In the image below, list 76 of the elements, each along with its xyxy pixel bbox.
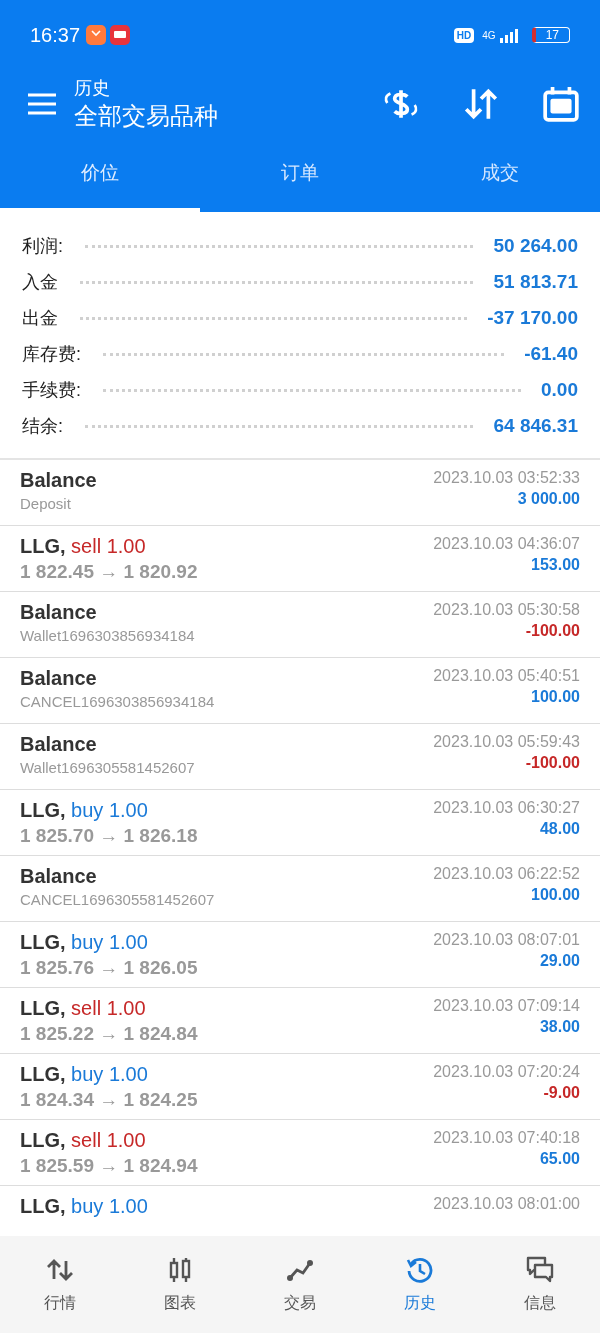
deal-detail: CANCEL1696305581452607 (20, 891, 215, 908)
deal-time: 2023.10.03 05:30:58 (433, 601, 580, 619)
deal-title: LLG, buy 1.00 (20, 799, 149, 822)
network-label: 4G (482, 29, 496, 41)
deal-amount: -9.00 (543, 1084, 580, 1102)
deal-time: 2023.10.03 08:01:00 (433, 1195, 580, 1213)
hd-badge: HD (453, 27, 475, 43)
deal-title: Balance (20, 469, 97, 492)
deal-time: 2023.10.03 07:09:14 (433, 997, 580, 1015)
deal-time: 2023.10.03 04:36:07 (433, 535, 580, 553)
deal-amount: -100.00 (525, 622, 580, 640)
deal-detail: 1 825.70 → 1 826.18 (20, 825, 198, 847)
deal-time: 2023.10.03 06:22:52 (433, 865, 580, 883)
deal-title: LLG, buy 1.00 (20, 931, 149, 954)
chat-icon (525, 1255, 555, 1285)
deal-detail: Wallet1696305581452607 (20, 759, 195, 776)
summary-value: 64 846.31 (493, 415, 578, 437)
deal-time: 2023.10.03 07:40:18 (433, 1129, 580, 1147)
deal-time: 2023.10.03 07:20:24 (433, 1063, 580, 1081)
deal-time: 2023.10.03 08:07:01 (433, 931, 580, 949)
deal-title: LLG, sell 1.00 (20, 1129, 147, 1152)
summary-label: 入金 (22, 271, 58, 294)
deal-detail: 1 825.76 → 1 826.05 (20, 957, 198, 979)
deal-time: 2023.10.03 03:52:33 (433, 469, 580, 487)
summary-value: 50 264.00 (493, 235, 578, 257)
deal-amount: 38.00 (539, 1018, 580, 1036)
summary-label: 利润: (22, 235, 63, 258)
deal-title: Balance (20, 601, 98, 624)
deal-detail: CANCEL1696303856934184 (20, 693, 215, 710)
deal-time: 2023.10.03 06:30:27 (433, 799, 580, 817)
deal-amount: 3 000.00 (517, 490, 580, 508)
deal-detail: 1 825.22 → 1 824.84 (20, 1023, 198, 1045)
deal-amount: 100.00 (531, 688, 580, 706)
nav-tab[interactable]: 信息 (480, 1236, 600, 1333)
summary-label: 结余: (22, 415, 63, 438)
tab[interactable]: 价位 (0, 137, 200, 212)
deal-title: Balance (20, 733, 98, 756)
summary-label: 手续费: (22, 379, 81, 402)
summary-value: -37 170.00 (487, 307, 578, 329)
deal-detail: 1 824.34 → 1 824.25 (20, 1089, 198, 1111)
deal-title: Balance (20, 865, 98, 888)
deal-detail: 1 822.45 → 1 820.92 (20, 561, 198, 583)
deal-amount: 153.00 (531, 556, 580, 574)
nav-tab[interactable]: 行情 (0, 1236, 120, 1333)
nav-tab[interactable]: 交易 (240, 1236, 360, 1333)
summary-value: 51 813.71 (493, 271, 578, 293)
deal-time: 2023.10.03 05:59:43 (433, 733, 580, 751)
history-icon (405, 1255, 435, 1285)
summary-value: -61.40 (524, 343, 578, 365)
deal-time: 2023.10.03 05:40:51 (433, 667, 580, 685)
toolbar-title: 全部交易品种 (74, 100, 219, 131)
deal-title: LLG, sell 1.00 (20, 535, 147, 558)
deal-amount: 29.00 (539, 952, 580, 970)
summary-value: 0.00 (541, 379, 578, 401)
deal-title: LLG, buy 1.00 (20, 1195, 148, 1218)
deal-detail: 1 825.59 → 1 824.94 (20, 1155, 198, 1177)
summary-label: 出金 (22, 307, 58, 330)
deal-amount: -100.00 (525, 754, 580, 772)
clock: 16:37 (30, 23, 81, 47)
calendar-icon[interactable] (542, 84, 580, 123)
deal-amount: 65.00 (539, 1150, 580, 1168)
app-notification-icon (86, 25, 107, 45)
deal-amount: 100.00 (531, 886, 580, 904)
battery-indicator: 17 (531, 27, 570, 43)
summary-label: 库存费: (22, 343, 81, 366)
deal-detail: Wallet1696303856934184 (20, 627, 195, 644)
deal-detail: Deposit (20, 495, 72, 512)
deal-title: Balance (20, 667, 98, 690)
toolbar-subtitle: 历史 (74, 76, 111, 100)
nav-tab[interactable]: 图表 (120, 1236, 240, 1333)
deal-title: LLG, sell 1.00 (20, 997, 147, 1020)
menu-icon[interactable] (28, 92, 56, 115)
deal-title: LLG, buy 1.00 (20, 1063, 149, 1086)
nav-tab[interactable]: 历史 (360, 1236, 480, 1333)
app-notification-icon (110, 25, 131, 45)
deal-amount: 48.00 (539, 820, 580, 838)
